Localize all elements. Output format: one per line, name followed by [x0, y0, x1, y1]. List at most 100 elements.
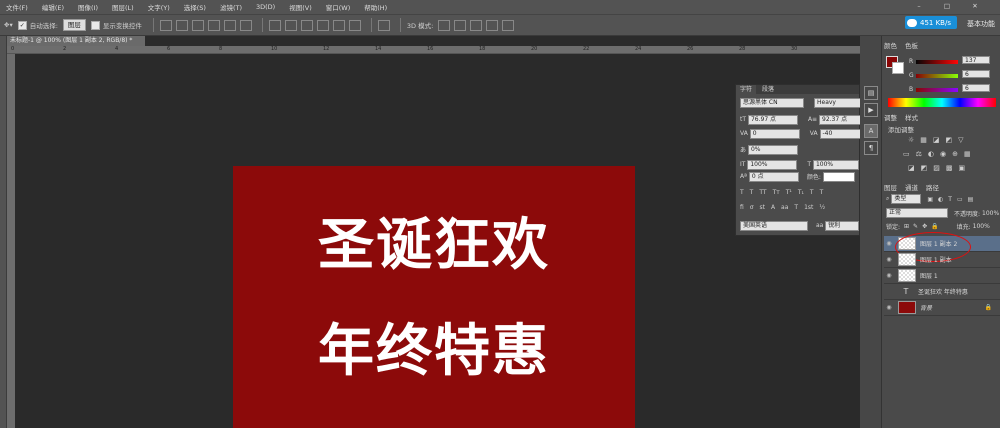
small-caps-icon[interactable]: Tт: [773, 189, 780, 196]
menu-window[interactable]: 窗口(W): [326, 2, 351, 12]
b-slider[interactable]: [916, 88, 958, 92]
fractions-icon[interactable]: 1st: [804, 204, 813, 211]
layer-row[interactable]: ◉ 背景 🔒: [884, 300, 1000, 316]
half-icon[interactable]: ½: [819, 204, 825, 211]
menu-layer[interactable]: 图层(L): [112, 2, 134, 12]
r-value-field[interactable]: 137: [962, 56, 990, 64]
history-icon[interactable]: ▤: [864, 86, 878, 100]
tab-layers[interactable]: 图层: [884, 182, 897, 192]
layer-name[interactable]: 图层 1: [920, 271, 938, 280]
distribute-hcenter-icon[interactable]: [332, 19, 345, 31]
auto-align-icon[interactable]: [377, 19, 390, 31]
document-canvas[interactable]: 圣诞狂欢 年终特惠: [233, 166, 635, 428]
tab-swatches[interactable]: 色板: [905, 40, 918, 50]
document-tab[interactable]: 未标题-1 @ 100% (图层 1 副本 2, RGB/8) *: [7, 36, 145, 46]
superscript-icon[interactable]: T¹: [786, 189, 792, 196]
blend-mode-select[interactable]: 正常: [886, 208, 948, 218]
distribute-bottom-icon[interactable]: [300, 19, 313, 31]
layer-kind-filter[interactable]: 类型: [891, 194, 922, 204]
distribute-right-icon[interactable]: [348, 19, 361, 31]
kerning-field[interactable]: 0: [749, 128, 800, 139]
align-top-icon[interactable]: [159, 19, 172, 31]
distribute-top-icon[interactable]: [268, 19, 281, 31]
layer-row[interactable]: T 圣诞狂欢 年终特惠: [884, 284, 1000, 300]
character-panel-icon[interactable]: A: [864, 124, 878, 138]
align-right-icon[interactable]: [239, 19, 252, 31]
eye-icon[interactable]: ◉: [884, 304, 894, 311]
layer-row[interactable]: ◉ 图层 1: [884, 268, 1000, 284]
eye-icon[interactable]: ◉: [884, 256, 894, 263]
minimize-icon[interactable]: –: [912, 1, 926, 12]
auto-select-checkbox[interactable]: ✓ 自动选择:: [17, 19, 58, 31]
eye-icon[interactable]: ◉: [884, 272, 894, 279]
background-color-swatch[interactable]: [892, 62, 904, 74]
menu-type[interactable]: 文字(Y): [148, 2, 170, 12]
b-value-field[interactable]: 6: [962, 84, 990, 92]
tab-paths[interactable]: 路径: [926, 182, 939, 192]
font-style-select[interactable]: Heavy: [814, 97, 862, 108]
3d-scale-icon[interactable]: [502, 19, 515, 31]
3d-drag-icon[interactable]: [470, 19, 483, 31]
3d-roll-icon[interactable]: [454, 19, 467, 31]
tab-channels[interactable]: 通道: [905, 182, 918, 192]
menu-filter[interactable]: 滤镜(T): [220, 2, 242, 12]
layer-name[interactable]: 背景: [920, 303, 932, 312]
color-spectrum-bar[interactable]: [888, 98, 996, 107]
vertical-ruler[interactable]: [7, 54, 15, 428]
tab-character[interactable]: 字符: [736, 85, 757, 94]
eye-icon[interactable]: ◉: [884, 240, 894, 247]
workspace-switcher[interactable]: 基本功能: [967, 19, 995, 29]
layer-row[interactable]: ◉ 图层 1 副本: [884, 252, 1000, 268]
menu-edit[interactable]: 编辑(E): [42, 2, 64, 12]
text-color-swatch[interactable]: [822, 171, 855, 182]
3d-rotate-icon[interactable]: [438, 19, 451, 31]
underline-icon[interactable]: T: [810, 189, 814, 196]
tools-panel-strip[interactable]: [0, 36, 7, 428]
filter-type-icons[interactable]: ▣◐T▭▤: [927, 196, 978, 203]
font-size-field[interactable]: 76.97 点: [747, 114, 798, 125]
3d-slide-icon[interactable]: [486, 19, 499, 31]
move-tool-icon[interactable]: ✥▾: [4, 19, 13, 31]
fill-value[interactable]: 100%: [973, 223, 990, 230]
faux-italic-icon[interactable]: T: [750, 189, 754, 196]
stylistic-icon[interactable]: A: [771, 204, 775, 211]
horizontal-scale-field[interactable]: 100%: [812, 159, 859, 170]
menu-view[interactable]: 视图(V): [289, 2, 312, 12]
maximize-icon[interactable]: □: [940, 1, 954, 12]
close-icon[interactable]: ✕: [968, 1, 982, 12]
tsume-field[interactable]: 0%: [747, 144, 798, 155]
auto-select-dropdown[interactable]: 图层: [62, 19, 86, 31]
faux-bold-icon[interactable]: T: [740, 189, 744, 196]
align-bottom-icon[interactable]: [191, 19, 204, 31]
menu-select[interactable]: 选择(S): [184, 2, 206, 12]
adjustment-icons-row-1[interactable]: ☼▦◪◩▽: [908, 136, 988, 144]
menu-3d[interactable]: 3D(D): [256, 3, 275, 11]
actions-icon[interactable]: ▶: [864, 103, 878, 117]
lock-icons[interactable]: ⊞✎✥🔒: [904, 223, 943, 230]
align-left-icon[interactable]: [207, 19, 220, 31]
ligatures-icon[interactable]: fi: [740, 204, 744, 211]
adjustment-icons-row-2[interactable]: ▭⚖◐◉⊕▦: [903, 150, 988, 158]
r-slider[interactable]: [916, 60, 958, 64]
adjustment-icons-row-3[interactable]: ◪◩▨▩▣: [908, 164, 988, 172]
distribute-left-icon[interactable]: [316, 19, 329, 31]
baseline-shift-field[interactable]: 0 点: [748, 171, 799, 182]
strikethrough-icon[interactable]: T: [820, 189, 824, 196]
opacity-value[interactable]: 100%: [982, 210, 999, 217]
paragraph-panel-icon[interactable]: ¶: [864, 141, 878, 155]
menu-file[interactable]: 文件(F): [6, 2, 28, 12]
headline-line-2[interactable]: 年终特惠: [233, 306, 635, 387]
headline-line-1[interactable]: 圣诞狂欢: [233, 200, 635, 281]
menu-help[interactable]: 帮助(H): [364, 2, 387, 12]
show-transform-checkbox[interactable]: 显示变换控件: [90, 19, 142, 31]
all-caps-icon[interactable]: TT: [759, 189, 766, 196]
layer-name[interactable]: 图层 1 副本: [920, 255, 952, 264]
g-slider[interactable]: [916, 74, 958, 78]
swash-icon[interactable]: st: [759, 204, 764, 211]
tab-paragraph[interactable]: 段落: [758, 85, 778, 94]
font-family-select[interactable]: 思源黑体 CN: [740, 97, 804, 108]
menu-image[interactable]: 图像(I): [78, 2, 98, 12]
language-select[interactable]: 美国英语: [740, 220, 808, 231]
layer-name[interactable]: 圣诞狂欢 年终特惠: [918, 287, 968, 296]
tab-color[interactable]: 颜色: [884, 40, 897, 50]
